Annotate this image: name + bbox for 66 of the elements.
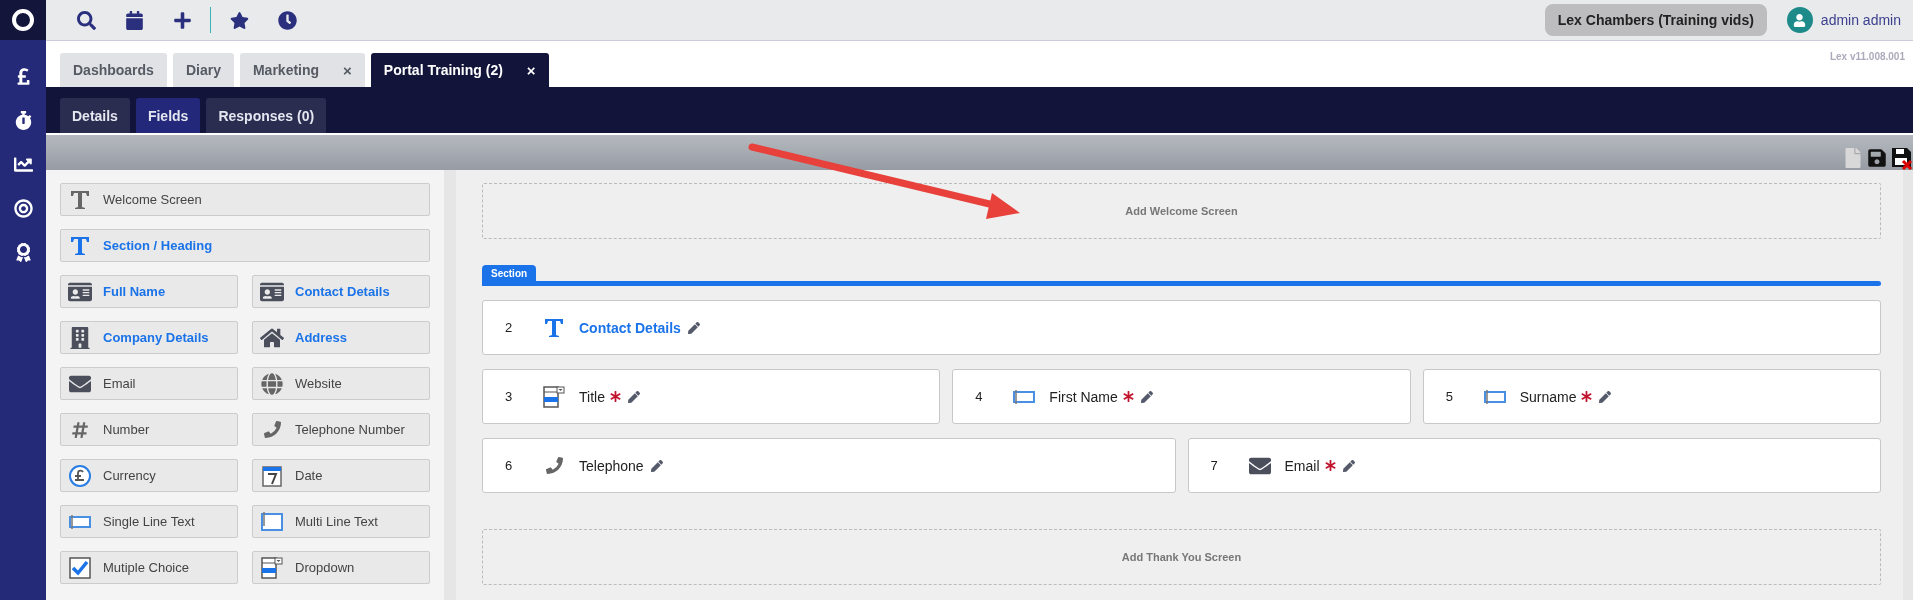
edit-icon[interactable] — [650, 459, 663, 472]
subtab[interactable]: Responses (0) — [206, 98, 327, 133]
field-type-button[interactable]: Email — [60, 367, 238, 400]
form-field-card[interactable]: 4 First Name — [952, 369, 1411, 424]
field-number: 4 — [975, 389, 984, 404]
tab[interactable]: Portal Training (2) × — [370, 53, 549, 87]
form-field-card[interactable]: 7 Email — [1187, 438, 1881, 493]
logo-icon[interactable] — [0, 0, 46, 40]
field-number: 6 — [505, 458, 514, 473]
tab[interactable]: Dashboards — [60, 53, 167, 87]
field-label: First Name — [1049, 388, 1118, 405]
tab[interactable]: Diary — [172, 53, 234, 87]
field-type-button[interactable]: Website — [252, 367, 430, 400]
field-number: 7 — [1210, 458, 1219, 473]
field-type-button[interactable]: Telephone Number — [252, 413, 430, 446]
field-type-button[interactable]: Contact Details — [252, 275, 430, 308]
field-type-button[interactable]: Welcome Screen — [60, 183, 430, 216]
field-type-button[interactable]: Company Details — [60, 321, 238, 354]
edit-icon[interactable] — [1140, 390, 1153, 403]
form-field-card[interactable]: 5 Surname — [1422, 369, 1881, 424]
dropdown-icon — [541, 384, 567, 409]
user-link[interactable]: admin admin — [1820, 12, 1901, 28]
edit-icon[interactable] — [627, 390, 640, 403]
subtab[interactable]: Details — [60, 98, 130, 133]
subtab[interactable]: Fields — [135, 98, 201, 133]
field-label: Email — [1284, 457, 1320, 474]
field-type-button[interactable]: Full Name — [60, 275, 238, 308]
close-button[interactable]: × — [526, 61, 536, 79]
field-label: Contact Details — [579, 319, 681, 336]
field-type-button[interactable]: Date — [252, 459, 430, 492]
field-type-button[interactable]: Address — [252, 321, 430, 354]
field-label: Surname — [1519, 388, 1577, 405]
field-type-button[interactable]: Multi Line Text — [252, 505, 430, 538]
field-type-button[interactable]: Dropdown — [252, 551, 430, 584]
field-type-button[interactable]: Mutiple Choice — [60, 551, 238, 584]
field-number: 5 — [1445, 389, 1454, 404]
field-number: 3 — [505, 389, 514, 404]
avatar-icon[interactable] — [1786, 7, 1813, 33]
version-text: Lex v11.008.001 — [1829, 51, 1905, 62]
section-tag: Section — [482, 265, 537, 281]
field-type-button[interactable]: Single Line Text — [60, 505, 238, 538]
tab[interactable]: Marketing × — [239, 53, 365, 87]
pound-icon — [67, 463, 93, 488]
field-label: Title — [579, 388, 605, 405]
field-number: 2 — [505, 320, 514, 335]
field-type-button[interactable]: Number — [60, 413, 238, 446]
form-field-card[interactable]: 2 Contact Details — [482, 300, 1881, 355]
organisation-button[interactable]: Lex Chambers (Training vids) — [1544, 4, 1767, 36]
edit-icon[interactable] — [1342, 459, 1355, 472]
form-field-card[interactable]: 3 Title — [482, 369, 941, 424]
text-area-icon — [259, 509, 285, 534]
field-type-button[interactable]: Section / Heading — [60, 229, 430, 262]
building-icon — [67, 325, 93, 350]
close-button[interactable]: × — [343, 61, 352, 79]
save-icon[interactable] — [1867, 146, 1887, 170]
add-thank-you-screen-button[interactable]: Add Thank You Screen — [482, 529, 1881, 585]
save-close-icon[interactable] — [1891, 146, 1913, 170]
dropdown-icon — [259, 555, 285, 580]
field-type-button[interactable]: Currency — [60, 459, 238, 492]
form-field-card[interactable]: 6 Telephone — [482, 438, 1176, 493]
checkbox-icon — [67, 555, 93, 580]
edit-icon[interactable] — [687, 321, 700, 334]
calendar-icon — [259, 463, 285, 488]
globe-icon — [259, 371, 285, 396]
edit-icon[interactable] — [1599, 390, 1612, 403]
field-label: Telephone — [579, 457, 644, 474]
